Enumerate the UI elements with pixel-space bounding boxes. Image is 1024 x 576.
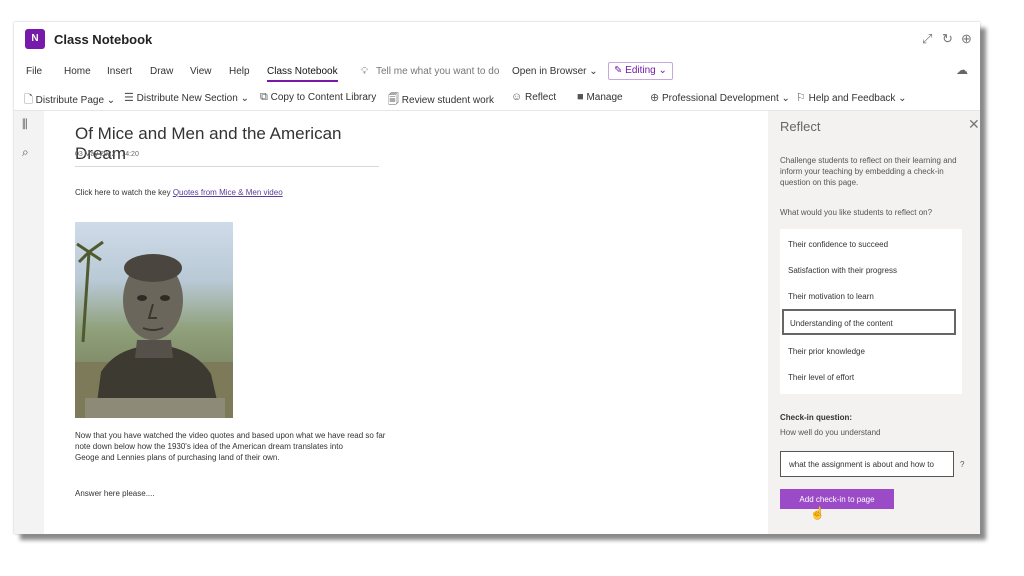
reflect-option-confidence[interactable]: Their confidence to succeed bbox=[788, 240, 888, 249]
globe-icon[interactable]: ⊕ bbox=[961, 31, 972, 47]
intro-prefix: Click here to watch the key bbox=[75, 188, 173, 197]
help-and-feedback-button[interactable]: ⚐ Help and Feedback ⌄ bbox=[796, 91, 907, 104]
menu-bar: File Home Insert Draw View Help Class No… bbox=[14, 60, 980, 84]
notebook-icon: ■ bbox=[577, 91, 584, 103]
title-bar: N Class Notebook ⤢ ↻ ⊕ bbox=[14, 22, 980, 58]
reflect-option-satisfaction[interactable]: Satisfaction with their progress bbox=[788, 266, 897, 275]
paragraph-line: Now that you have watched the video quot… bbox=[75, 431, 386, 440]
section-icon: ☰ bbox=[124, 92, 134, 104]
copy-icon: ⧉ bbox=[260, 91, 268, 103]
open-in-browser-label: Open in Browser bbox=[512, 66, 587, 77]
reflect-pane-title: Reflect bbox=[780, 119, 821, 134]
search-icon[interactable]: ⌕ bbox=[22, 145, 29, 160]
page-time: 14:20 bbox=[121, 151, 139, 158]
onenote-window: N Class Notebook ⤢ ↻ ⊕ File Home Insert … bbox=[14, 22, 980, 534]
menu-file[interactable]: File bbox=[26, 66, 42, 77]
bust-photo bbox=[75, 222, 233, 418]
open-in-browser-button[interactable]: Open in Browser ⌄ bbox=[512, 66, 598, 77]
hand-cursor-icon: ☝ bbox=[810, 506, 825, 520]
pencil-icon: ✎ bbox=[614, 65, 623, 76]
menu-draw[interactable]: Draw bbox=[150, 66, 173, 77]
review-student-work-button[interactable]: 🗐 Review student work bbox=[388, 91, 494, 110]
copy-to-content-library-button[interactable]: ⧉ Copy to Content Library bbox=[260, 91, 376, 104]
page-date: 03 May 2022 bbox=[75, 151, 116, 158]
ribbon-toolbar: 🗋 Distribute Page ⌄ ☰ Distribute New Sec… bbox=[14, 84, 980, 111]
bust-illustration bbox=[75, 240, 233, 418]
review-icon: 🗐 bbox=[388, 94, 399, 106]
help-and-feedback-label: Help and Feedback bbox=[808, 93, 896, 104]
app-title: Class Notebook bbox=[54, 32, 153, 47]
menu-class-notebook[interactable]: Class Notebook bbox=[267, 66, 338, 82]
distribute-new-section-button[interactable]: ☰ Distribute New Section ⌄ bbox=[124, 91, 249, 104]
reflect-description: Challenge students to reflect on their l… bbox=[780, 156, 957, 187]
refresh-icon[interactable]: ↻ bbox=[942, 31, 953, 47]
professional-development-label: Professional Development bbox=[662, 93, 779, 104]
lightbulb-icon: 💡︎ bbox=[361, 66, 368, 77]
close-icon[interactable]: ✕ bbox=[968, 116, 980, 133]
menu-insert[interactable]: Insert bbox=[107, 66, 132, 77]
paragraph-line: note down below how the 1930's idea of t… bbox=[75, 442, 343, 451]
chevron-down-icon: ⌄ bbox=[106, 95, 116, 106]
tell-me-search[interactable]: Tell me what you want to do bbox=[376, 66, 499, 77]
distribute-page-button[interactable]: 🗋 Distribute Page ⌄ bbox=[24, 91, 115, 110]
smiley-icon: ☺ bbox=[511, 91, 523, 103]
answer-text[interactable]: Answer here please.... bbox=[75, 489, 155, 498]
reflect-button[interactable]: ☺ Reflect bbox=[511, 91, 556, 103]
left-navigation: ⫼ ⌕ bbox=[14, 111, 44, 534]
chevron-down-icon: ⌄ bbox=[781, 93, 790, 104]
checkin-suffix: ? bbox=[960, 460, 965, 469]
chevron-down-icon: ⌄ bbox=[658, 65, 667, 76]
reflect-options-list: Their confidence to succeed Satisfaction… bbox=[780, 229, 962, 394]
onenote-app-icon: N bbox=[25, 29, 45, 49]
editing-label: Editing bbox=[625, 65, 656, 76]
intro-text: Click here to watch the key Quotes from … bbox=[75, 188, 283, 197]
reflect-pane: Reflect ✕ Challenge students to reflect … bbox=[768, 111, 980, 534]
reflect-question: What would you like students to reflect … bbox=[780, 208, 933, 217]
reflect-option-understanding[interactable]: Understanding of the content bbox=[790, 319, 893, 328]
chevron-down-icon: ⌄ bbox=[589, 66, 598, 77]
menu-help[interactable]: Help bbox=[229, 66, 250, 77]
add-checkin-button[interactable]: Add check-in to page bbox=[780, 489, 894, 509]
chevron-down-icon: ⌄ bbox=[240, 93, 249, 104]
distribute-page-label: Distribute Page bbox=[35, 95, 105, 106]
prompt-paragraph: Now that you have watched the video quot… bbox=[75, 430, 385, 463]
manage-label: Manage bbox=[586, 92, 623, 103]
checkin-question-input[interactable] bbox=[780, 451, 954, 477]
reflect-option-motivation[interactable]: Their motivation to learn bbox=[788, 292, 874, 301]
professional-development-button[interactable]: ⊕ Professional Development ⌄ bbox=[650, 91, 790, 104]
help-icon: ⚐ bbox=[796, 92, 806, 104]
page-timestamp: 03 May 2022 14:20 bbox=[75, 151, 139, 158]
reflect-option-effort[interactable]: Their level of effort bbox=[788, 373, 854, 382]
paragraph-line: Geoge and Lennies plans of purchasing la… bbox=[75, 453, 280, 462]
menu-home[interactable]: Home bbox=[64, 66, 91, 77]
distribute-new-section-label: Distribute New Section bbox=[136, 93, 238, 104]
globe-icon: ⊕ bbox=[650, 92, 660, 104]
editing-mode-button[interactable]: ✎ Editing ⌄ bbox=[608, 62, 673, 80]
page-icon: 🗋 bbox=[24, 94, 33, 106]
expand-icon[interactable]: ⤢ bbox=[922, 31, 932, 47]
notifications-icon[interactable]: ☁ bbox=[956, 63, 968, 77]
checkin-label: Check-in question: bbox=[780, 413, 853, 422]
review-student-work-label: Review student work bbox=[401, 95, 495, 106]
copy-to-content-library-label: Copy to Content Library bbox=[270, 92, 377, 103]
notebooks-icon[interactable]: ⫼ bbox=[22, 117, 28, 132]
page-title[interactable]: Of Mice and Men and the American Dream bbox=[75, 124, 379, 167]
menu-view[interactable]: View bbox=[190, 66, 212, 77]
reflect-option-prior-knowledge[interactable]: Their prior knowledge bbox=[788, 347, 865, 356]
reflect-label: Reflect bbox=[525, 92, 557, 103]
manage-button[interactable]: ■ Manage bbox=[577, 91, 623, 103]
page-canvas[interactable]: Of Mice and Men and the American Dream 0… bbox=[44, 111, 779, 534]
video-link[interactable]: Quotes from Mice & Men video bbox=[173, 188, 283, 197]
chevron-down-icon: ⌄ bbox=[898, 93, 907, 104]
checkin-prefix: How well do you understand bbox=[780, 428, 881, 437]
